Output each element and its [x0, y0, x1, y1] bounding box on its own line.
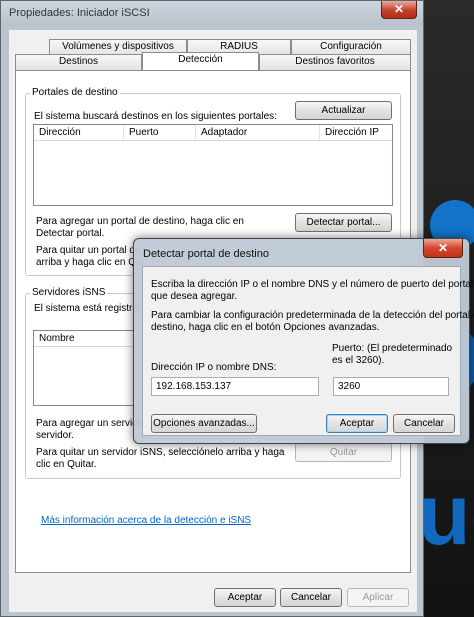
discover-portal-button[interactable]: Detectar portal...	[295, 213, 392, 232]
remove-portal-instruction-line1: Para quitar un portal de	[36, 245, 141, 256]
more-info-link[interactable]: Más información acerca de la detección e…	[41, 515, 251, 526]
apply-button[interactable]: Aplicar	[347, 588, 409, 607]
title-bar[interactable]: Propiedades: Iniciador iSCSI	[1, 1, 423, 26]
advanced-options-button[interactable]: Opciones avanzadas...	[151, 414, 257, 433]
add-portal-instruction-line2: Detectar portal.	[36, 228, 105, 239]
background-logo-text: uc	[418, 467, 474, 563]
isns-description: El sistema está registrado	[34, 303, 150, 314]
dialog-cancel-button[interactable]: Cancelar	[393, 414, 455, 433]
refresh-button[interactable]: Actualizar	[295, 101, 392, 120]
dialog-client-area: Escriba la dirección IP o el nombre DNS …	[142, 266, 474, 436]
dialog-title: Detectar portal de destino	[143, 248, 269, 260]
port-input[interactable]: 3260	[333, 377, 449, 396]
tab-discovery[interactable]: Detección	[142, 52, 259, 70]
target-portals-title: Portales de destino	[30, 87, 120, 98]
column-header-port[interactable]: Puerto	[124, 125, 196, 141]
add-isns-instruction-line1: Para agregar un servidor	[36, 418, 147, 429]
port-label-line2: es el 3260).	[332, 355, 385, 366]
dialog-change-line1: Para cambiar la configuración predetermi…	[151, 310, 474, 321]
ip-address-input[interactable]: 192.168.153.137	[151, 377, 319, 396]
dialog-change-line2: destino, haga clic en el botón Opciones …	[151, 322, 380, 333]
remove-isns-instruction-line2: clic en Quitar.	[36, 459, 97, 470]
dialog-intro-line2: que desea agregar.	[151, 291, 238, 302]
remove-portal-instruction-line2: arriba y haga clic en Qui	[36, 257, 144, 268]
isns-servers-title: Servidores iSNS	[30, 287, 108, 298]
remove-isns-instruction-line1: Para quitar un servidor iSNS, seleccióne…	[36, 447, 285, 458]
discover-portal-dialog: Detectar portal de destino ✕ Escriba la …	[133, 238, 474, 444]
dialog-close-button[interactable]: ✕	[423, 239, 463, 258]
target-portals-description: El sistema buscará destinos en los sigui…	[34, 111, 277, 122]
column-header-adapter[interactable]: Adaptador	[196, 125, 320, 141]
add-portal-instruction-line1: Para agregar un portal de destino, haga …	[36, 216, 244, 227]
ok-button[interactable]: Aceptar	[214, 588, 276, 607]
tab-configuration[interactable]: Configuración	[291, 39, 411, 55]
port-label-line1: Puerto: (El predeterminado	[332, 343, 453, 354]
add-isns-instruction-line2: servidor.	[36, 430, 74, 441]
target-portals-list[interactable]: Dirección Puerto Adaptador Dirección IP	[33, 124, 393, 206]
tab-targets[interactable]: Destinos	[15, 54, 142, 70]
cancel-button[interactable]: Cancelar	[280, 588, 342, 607]
dialog-intro-line1: Escriba la dirección IP o el nombre DNS …	[151, 279, 474, 290]
column-header-address[interactable]: Dirección	[34, 125, 124, 141]
column-header-ip-address[interactable]: Dirección IP	[320, 125, 392, 141]
dialog-ok-button[interactable]: Aceptar	[326, 414, 388, 433]
close-icon: ✕	[437, 241, 449, 255]
window-title: Propiedades: Iniciador iSCSI	[9, 7, 150, 19]
remove-isns-button[interactable]: Quitar	[295, 443, 392, 462]
tab-favorite-targets[interactable]: Destinos favoritos	[259, 54, 411, 70]
close-icon: ✕	[393, 2, 405, 16]
ip-dns-label: Dirección IP o nombre DNS:	[151, 362, 277, 373]
window-close-button[interactable]: ✕	[381, 1, 417, 19]
